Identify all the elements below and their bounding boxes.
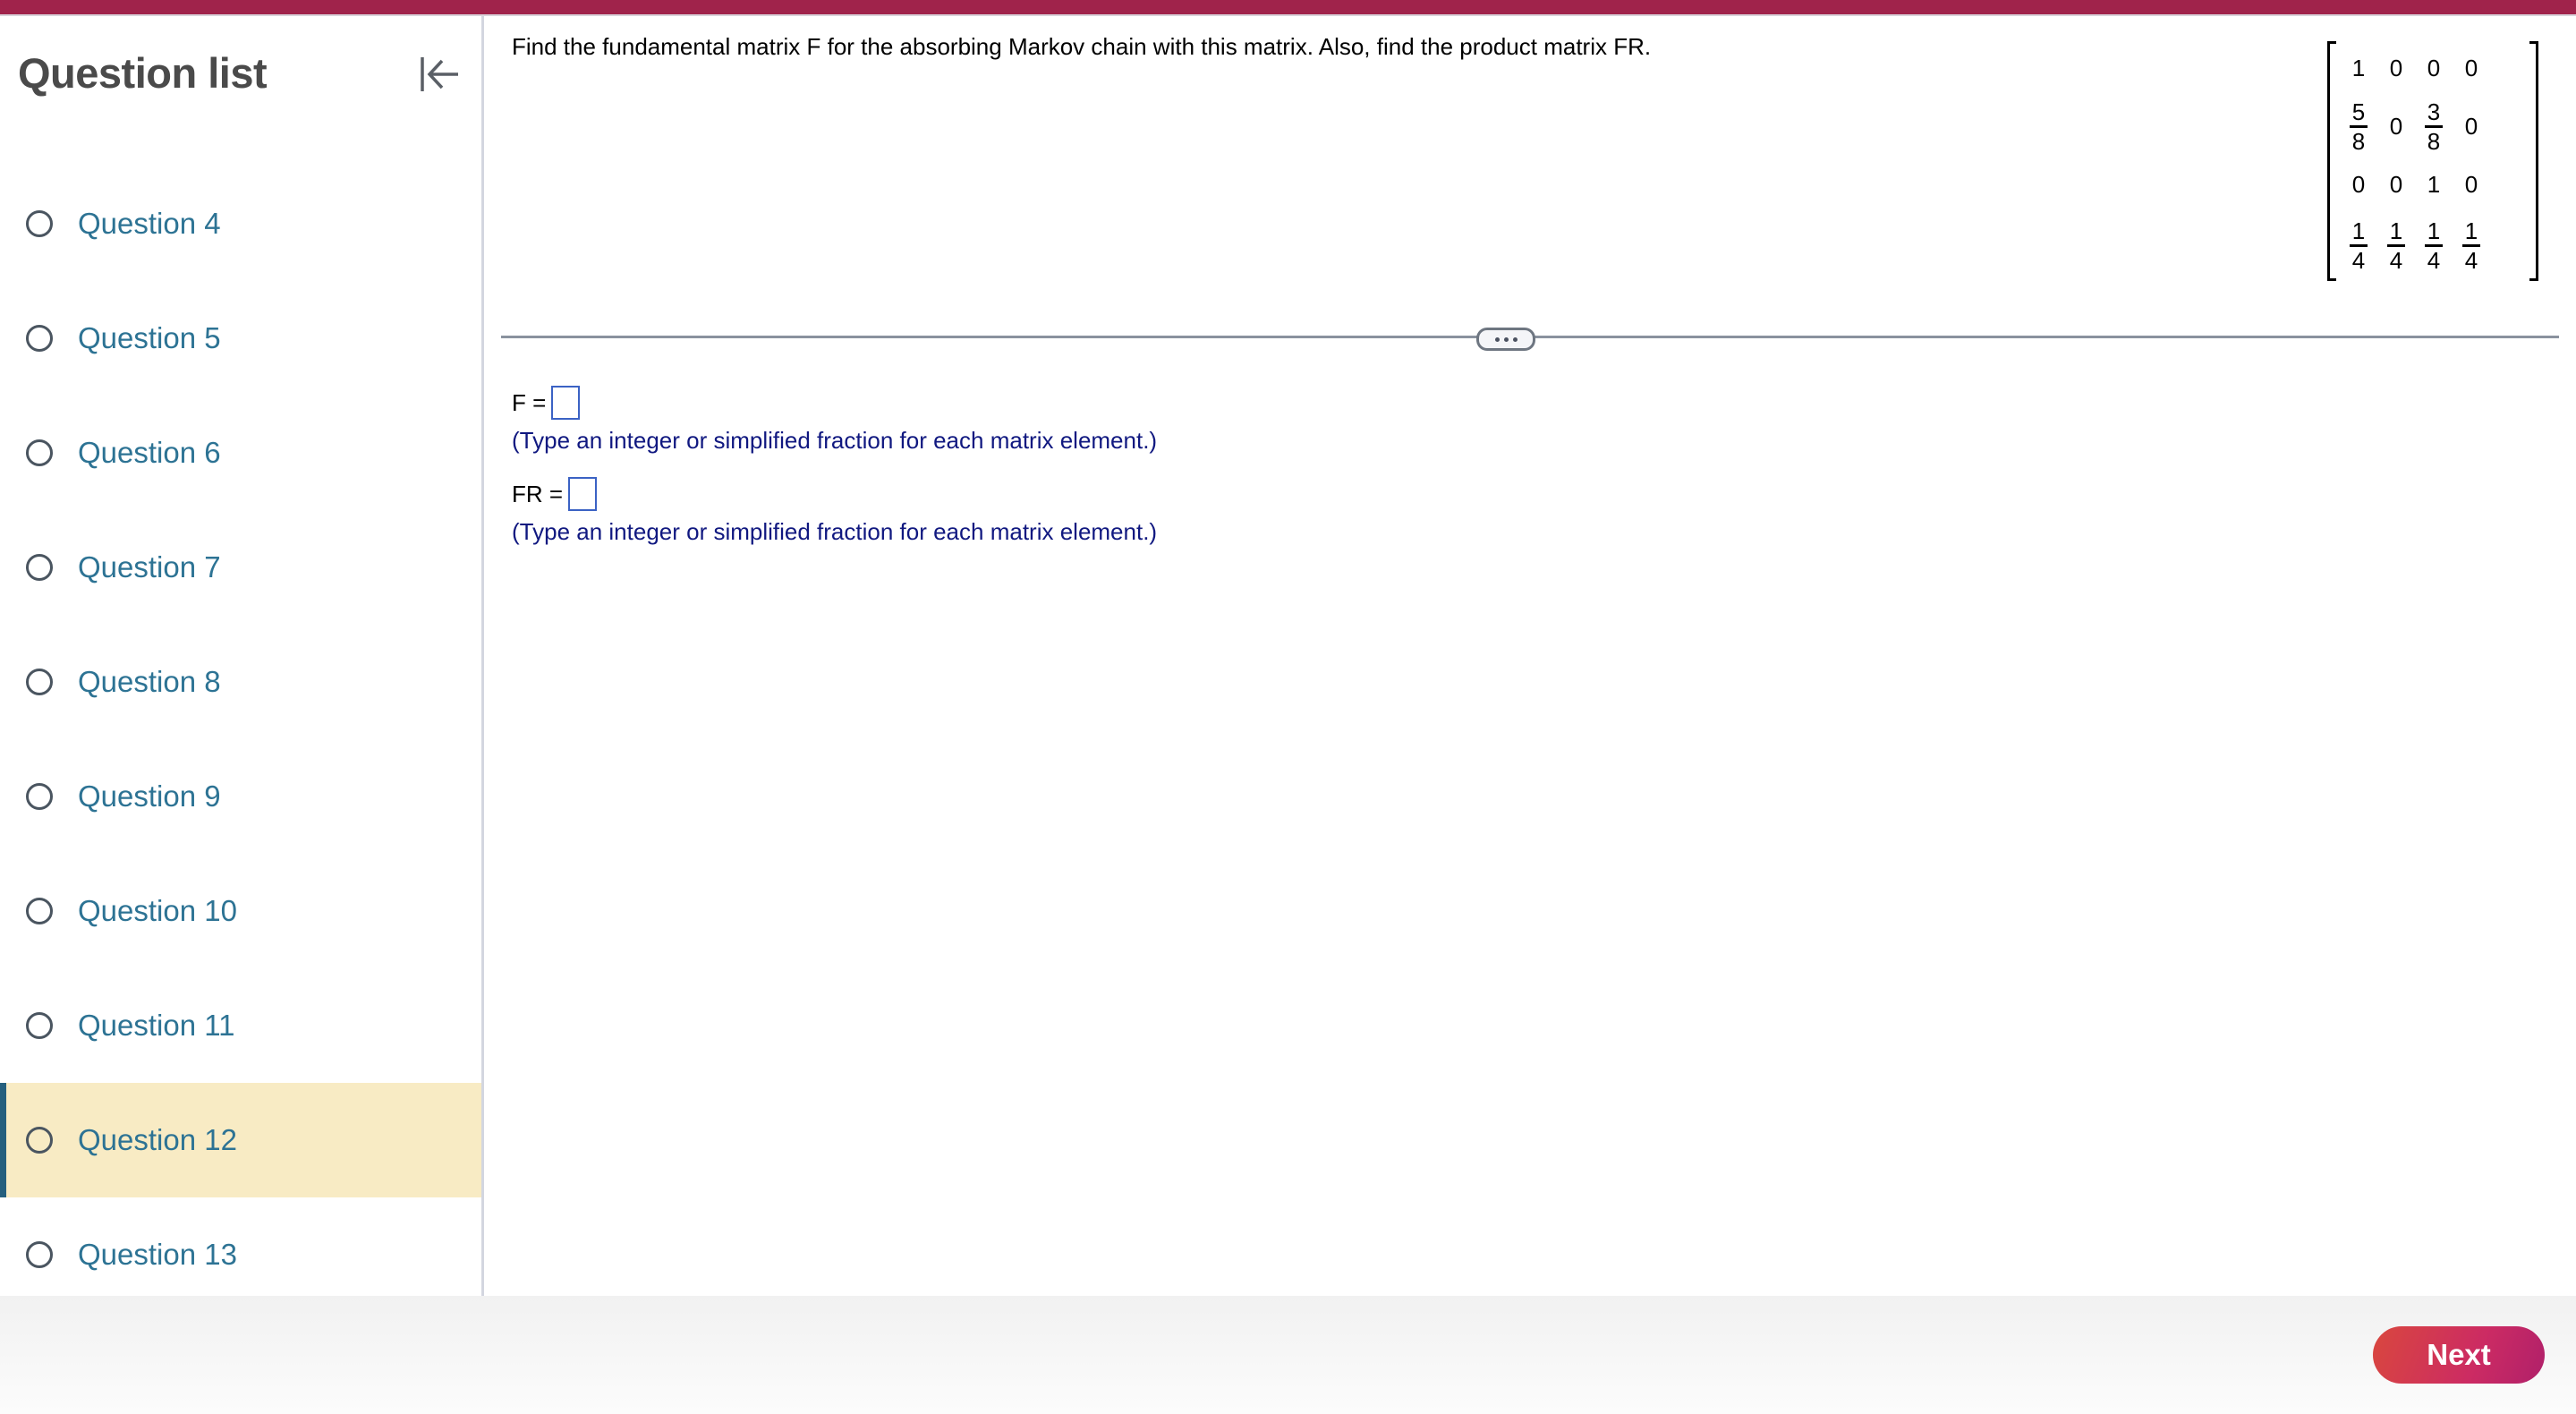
status-circle-icon xyxy=(26,210,53,237)
matrix-cell: 1 xyxy=(2427,170,2441,198)
collapse-sidebar-button[interactable] xyxy=(417,52,462,97)
sidebar-title: Question list xyxy=(18,49,268,97)
matrix-cell: 14 xyxy=(2461,217,2481,274)
answer-fr-label: FR = xyxy=(512,480,564,507)
matrix-cell: 0 xyxy=(2464,170,2478,198)
matrix-cell: 0 xyxy=(2351,170,2366,198)
fraction-numerator: 1 xyxy=(2386,217,2406,247)
footer-bar xyxy=(0,1296,2576,1414)
question-list: Question 4 Question 5 Question 6 Question 7… xyxy=(0,166,481,1312)
status-circle-icon xyxy=(26,1012,53,1039)
matrix-cell: 0 xyxy=(2389,170,2403,198)
status-circle-icon xyxy=(26,898,53,924)
question-list-item-label: Question 4 xyxy=(78,207,221,240)
status-circle-icon xyxy=(26,325,53,352)
question-list-item-label: Question 9 xyxy=(78,779,221,813)
question-list-item[interactable]: Question 4 xyxy=(0,166,481,281)
fraction-numerator: 1 xyxy=(2461,217,2481,247)
fraction: 38 xyxy=(2424,98,2444,155)
answer-f-row: F = xyxy=(512,386,581,420)
matrix-cell: 14 xyxy=(2349,217,2368,274)
question-list-item-label: Question 6 xyxy=(78,436,221,469)
dot-icon xyxy=(1503,336,1509,342)
fraction-numerator: 1 xyxy=(2424,217,2444,247)
question-list-item[interactable]: Question 5 xyxy=(0,281,481,396)
fraction: 14 xyxy=(2461,217,2481,274)
question-text: Find the fundamental matrix F for the ab… xyxy=(512,33,1652,60)
question-list-item-label: Question 7 xyxy=(78,550,221,583)
fraction-numerator: 3 xyxy=(2424,98,2444,128)
fraction: 14 xyxy=(2349,217,2368,274)
fraction-denominator: 4 xyxy=(2464,246,2478,274)
matrix-cell: 0 xyxy=(2389,54,2403,81)
fraction-numerator: 1 xyxy=(2349,217,2368,247)
status-circle-icon xyxy=(26,439,53,466)
next-button[interactable]: Next xyxy=(2373,1326,2545,1384)
fraction-denominator: 4 xyxy=(2389,246,2403,274)
matrix-grid: 1000580380001014141414 xyxy=(2340,48,2490,286)
fraction-denominator: 4 xyxy=(2427,246,2441,274)
matrix-cell: 0 xyxy=(2464,112,2478,140)
status-circle-icon xyxy=(26,554,53,581)
question-list-item[interactable]: Question 8 xyxy=(0,625,481,739)
matrix-left-bracket xyxy=(2327,41,2336,281)
question-list-item[interactable]: Question 13 xyxy=(0,1197,481,1312)
status-circle-icon xyxy=(26,1241,53,1268)
answer-f-label: F = xyxy=(512,388,547,416)
fraction-denominator: 8 xyxy=(2351,127,2366,155)
matrix-cell: 14 xyxy=(2424,217,2444,274)
answer-f-hint: (Type an integer or simplified fraction … xyxy=(512,427,1158,454)
status-circle-icon xyxy=(26,669,53,695)
expand-question-button[interactable] xyxy=(1476,328,1535,351)
matrix-cell: 58 xyxy=(2349,98,2368,155)
matrix-cell: 14 xyxy=(2386,217,2406,274)
top-brand-bar xyxy=(0,0,2576,16)
collapse-left-icon xyxy=(421,57,458,91)
question-list-sidebar: Question list Question 4 Question 5 Questi… xyxy=(0,16,484,1296)
fraction: 14 xyxy=(2386,217,2406,274)
question-list-item-label: Question 10 xyxy=(78,894,237,927)
question-list-item-label: Question 13 xyxy=(78,1238,237,1271)
dot-icon xyxy=(1512,336,1518,342)
fraction: 14 xyxy=(2424,217,2444,274)
fraction: 58 xyxy=(2349,98,2368,155)
fraction-numerator: 5 xyxy=(2349,98,2368,128)
question-list-item-label: Question 5 xyxy=(78,321,221,354)
question-list-item[interactable]: Question 6 xyxy=(0,396,481,510)
status-circle-icon xyxy=(26,783,53,810)
answer-fr-input[interactable] xyxy=(568,477,598,511)
matrix-cell: 0 xyxy=(2464,54,2478,81)
matrix-cell: 0 xyxy=(2389,112,2403,140)
question-panel: Find the fundamental matrix F for the ab… xyxy=(484,16,2576,1296)
fraction-denominator: 8 xyxy=(2427,127,2441,155)
status-circle-icon xyxy=(26,1127,53,1154)
answer-fr-hint: (Type an integer or simplified fraction … xyxy=(512,518,1158,545)
matrix-right-bracket xyxy=(2529,41,2538,281)
answer-fr-row: FR = xyxy=(512,477,598,511)
matrix-cell: 38 xyxy=(2424,98,2444,155)
question-list-item[interactable]: Question 12 xyxy=(0,1083,481,1197)
answer-f-input[interactable] xyxy=(551,386,581,420)
question-list-item[interactable]: Question 7 xyxy=(0,510,481,625)
fraction-denominator: 4 xyxy=(2351,246,2366,274)
question-list-item-label: Question 11 xyxy=(78,1009,235,1042)
dot-icon xyxy=(1494,336,1500,342)
question-list-item-label: Question 12 xyxy=(78,1123,237,1156)
matrix-cell: 0 xyxy=(2427,54,2441,81)
question-list-item[interactable]: Question 11 xyxy=(0,968,481,1083)
question-list-item-label: Question 8 xyxy=(78,665,221,698)
matrix-cell: 1 xyxy=(2351,54,2366,81)
transition-matrix: 1000580380001014141414 xyxy=(2327,36,2538,285)
question-list-item[interactable]: Question 10 xyxy=(0,854,481,968)
question-list-item[interactable]: Question 9 xyxy=(0,739,481,854)
